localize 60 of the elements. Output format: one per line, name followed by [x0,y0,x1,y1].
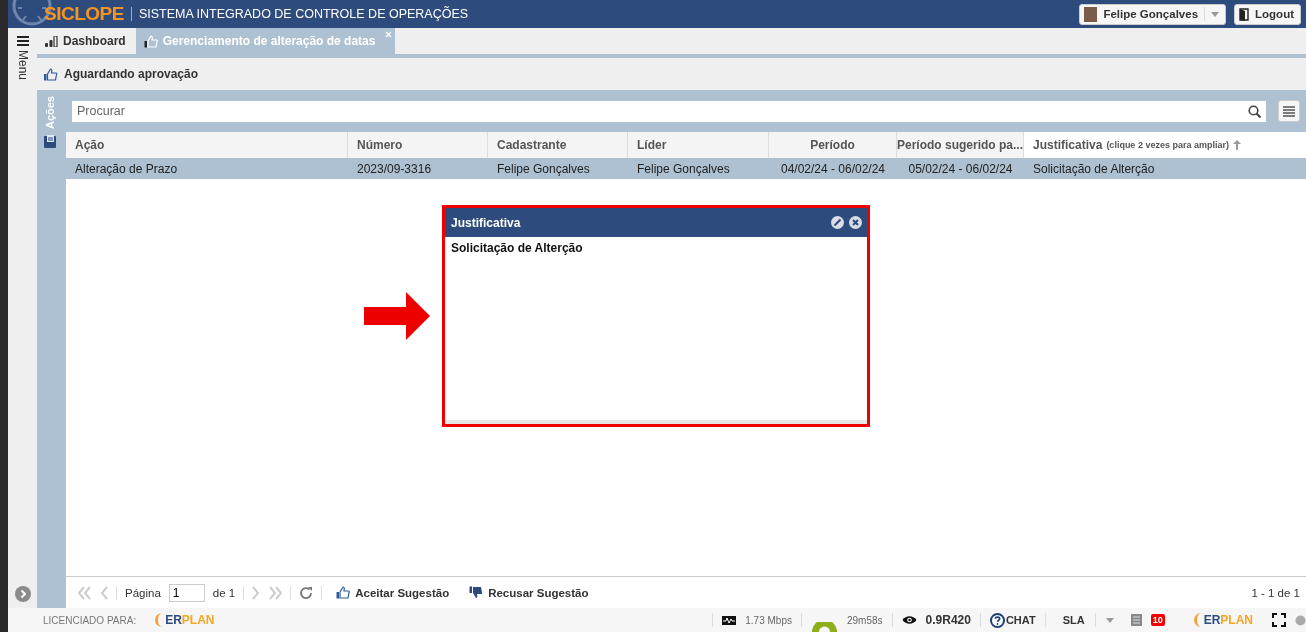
notes-icon[interactable] [1130,614,1142,626]
session-timer: 29m58s [846,614,883,626]
table-cell-text: 2023/09-3316 [356,160,433,178]
record-range: 1 - 1 de 1 [1251,586,1300,599]
avatar-icon [1084,6,1098,22]
menu-button[interactable] [16,36,29,46]
list-icon [1283,105,1295,117]
session-gauge-icon [810,622,838,632]
door-icon [1239,7,1250,21]
column-header[interactable]: Justificativa (clique 2 vezes para ampliar) [1024,132,1306,158]
table-cell-text: Alteração de Prazo [74,160,179,178]
dialog-title: Justificativa [451,215,521,230]
reject-suggestion-button[interactable]: Recusar Sugestão [463,586,595,599]
sort-arrow-icon [1232,140,1241,150]
erplan-logo: ERPLAN [1193,613,1253,627]
pointer-arrow [364,292,430,340]
licensed-label: LICENCIADO PARA: [43,614,137,626]
refresh-icon[interactable] [299,585,314,600]
notification-badge[interactable]: 10 [1150,614,1165,626]
table-row[interactable]: Alteração de Prazo 2023/09-3316 Felipe Gonçalves Felipe Gonçalves 04/02/24 - 06/02/24 05/02/24 - 06/02/24 Solicitação de Alterção [66,158,1306,179]
erplan-logo: ERPLAN [155,613,215,627]
eye-icon [901,615,917,625]
expand-button[interactable] [14,586,31,602]
table-cell-text: 05/02/24 - 06/02/24 [907,160,1014,178]
brand-logo: SICLOPE [44,3,124,25]
thumbs-down-icon [469,586,484,599]
thumbs-up-icon [336,586,351,599]
help-icon [989,612,1005,628]
bar-chart-icon [45,35,58,47]
caret-icon [1211,11,1220,17]
chevron-right-icon [14,586,31,602]
menu-label[interactable]: Menu [15,50,30,81]
table-cell-text: Felipe Gonçalves [496,160,591,178]
page-count: de 1 [212,586,236,599]
dialog-text: Solicitação de Alterção [450,240,584,257]
list-options-button[interactable] [1278,100,1300,122]
thumbs-up-icon [43,67,58,81]
section-title: Aguardando aprovação [64,67,199,81]
search-field[interactable]: Procurar [72,100,1243,122]
caret-icon [1105,617,1114,623]
table-cell-text: Felipe Gonçalves [636,160,731,178]
logout-button[interactable]: Logout [1234,3,1301,25]
chat-button[interactable]: CHAT [989,612,1036,628]
table-cell-text: 04/02/24 - 06/02/24 [779,160,887,178]
close-icon[interactable] [849,216,862,229]
accept-suggestion-button[interactable]: Aceitar Sugestão [330,586,456,599]
table-cell-text: Solicitação de Alterção [1032,160,1156,178]
menu-icon [16,36,29,46]
page-label: Página [125,586,161,599]
version-label: 0.9R420 [925,613,971,627]
page-input[interactable]: 1 [168,583,205,602]
thumbs-up-icon [143,34,158,48]
user-menu-button[interactable]: Felipe Gonçalves [1079,3,1227,25]
network-speed: 1.73 Mbps [745,614,792,626]
status-dot-icon [1295,614,1306,626]
search-icon[interactable] [1243,100,1266,122]
system-title: SISTEMA INTEGRADO DE CONTROLE DE OPERAÇÕES [138,7,469,21]
fullscreen-icon[interactable] [1272,613,1286,627]
pulse-icon [722,615,737,625]
sla-dropdown[interactable]: SLA [1054,613,1122,627]
